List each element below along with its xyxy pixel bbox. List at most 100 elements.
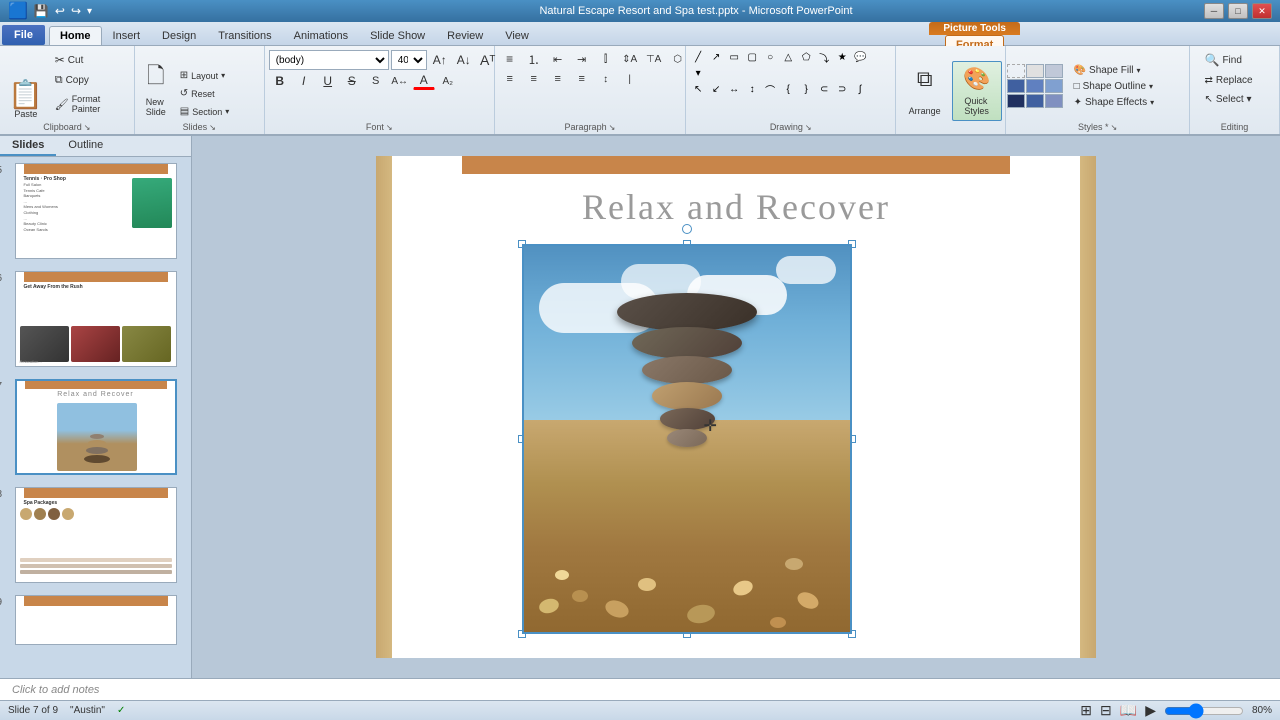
customize-icon[interactable]: ▾ (87, 6, 92, 17)
shape-outline-button[interactable]: □ Shape Outline ▾ (1069, 79, 1189, 94)
increase-indent-button[interactable]: ⇥ (571, 50, 593, 68)
shape2-10[interactable]: ∫ (852, 82, 868, 96)
slide-thumb-7[interactable]: 7 Relax and Recover (15, 379, 177, 475)
drawing-expand[interactable]: ↘ (805, 123, 812, 132)
slideshow-icon[interactable]: ▶ (1145, 702, 1156, 719)
copy-button[interactable]: ⧉ Copy (50, 71, 130, 90)
slides-panel-tab[interactable]: Slides (0, 136, 56, 156)
paragraph-expand[interactable]: ↘ (609, 123, 616, 132)
shape2-5[interactable]: ⌒ (762, 82, 778, 96)
shape-effects-button[interactable]: ✦ Shape Effects ▾ (1069, 95, 1189, 110)
align-text-button[interactable]: ⊤A (643, 50, 665, 68)
shape2-1[interactable]: ↖ (690, 82, 706, 96)
slide-thumb-9[interactable]: 9 (15, 595, 177, 645)
tab-view[interactable]: View (494, 26, 540, 45)
slide-thumb-8[interactable]: 8 Spa Packages (15, 487, 177, 583)
bold-button[interactable]: B (269, 72, 291, 90)
shape2-2[interactable]: ↙ (708, 82, 724, 96)
callout-shape[interactable]: 💬 (852, 50, 868, 64)
maximize-button[interactable]: □ (1228, 3, 1248, 19)
more-shapes[interactable]: ▾ (690, 66, 706, 80)
underline-button[interactable]: U (317, 72, 339, 90)
shape2-7[interactable]: } (798, 82, 814, 96)
shape2-4[interactable]: ↕ (744, 82, 760, 96)
line-shape[interactable]: ╱ (690, 50, 706, 64)
style-swatch-9[interactable] (1045, 94, 1063, 108)
align-center-button[interactable]: ≡ (523, 70, 545, 88)
tab-transitions[interactable]: Transitions (207, 26, 282, 45)
paste-button[interactable]: 📋 Paste (4, 50, 48, 122)
star-shape[interactable]: ★ (834, 50, 850, 64)
quick-styles-button[interactable]: 🎨 Quick Styles (952, 61, 1002, 121)
style-swatch-3[interactable] (1045, 64, 1063, 78)
text-direction-button[interactable]: ⇕A (619, 50, 641, 68)
reading-view-icon[interactable]: 📖 (1120, 702, 1137, 719)
triangle-shape[interactable]: △ (780, 50, 796, 64)
slides-expand[interactable]: ↘ (209, 123, 216, 132)
italic-button[interactable]: I (293, 72, 315, 90)
shape2-9[interactable]: ⊃ (834, 82, 850, 96)
style-swatch-6[interactable] (1045, 79, 1063, 93)
tab-file[interactable]: File (2, 25, 45, 45)
minimize-button[interactable]: ─ (1204, 3, 1224, 19)
bullets-button[interactable]: ≡ (499, 50, 521, 68)
shape-styles-expand[interactable]: ↘ (1110, 123, 1117, 132)
decrease-font-button[interactable]: A↓ (453, 51, 475, 69)
undo-icon[interactable]: ↩ (55, 4, 65, 18)
outline-panel-tab[interactable]: Outline (56, 136, 115, 156)
align-right-button[interactable]: ≡ (547, 70, 569, 88)
shape2-3[interactable]: ↔ (726, 82, 742, 96)
char-spacing-button[interactable]: A↔ (389, 72, 411, 90)
find-button[interactable]: 🔍 Find (1200, 50, 1270, 70)
close-button[interactable]: ✕ (1252, 3, 1272, 19)
style-swatch-1[interactable] (1007, 64, 1025, 78)
redo-icon[interactable]: ↪ (71, 4, 81, 18)
tab-review[interactable]: Review (436, 26, 494, 45)
shadow-button[interactable]: S (365, 72, 387, 90)
pentagon-shape[interactable]: ⬠ (798, 50, 814, 64)
shape2-8[interactable]: ⊂ (816, 82, 832, 96)
selected-image-container[interactable]: ✛ (522, 244, 852, 634)
quick-access-toolbar[interactable]: 🟦 💾 ↩ ↪ ▾ (8, 1, 188, 21)
clipboard-expand[interactable]: ↘ (84, 123, 91, 132)
font-expand[interactable]: ↘ (386, 123, 393, 132)
spellcheck-icon[interactable]: ✓ (117, 705, 125, 716)
font-color-button[interactable]: A (413, 72, 435, 90)
style-swatch-2[interactable] (1026, 64, 1044, 78)
tab-animations[interactable]: Animations (283, 26, 359, 45)
arrange-button[interactable]: ⧉ Arrange (900, 61, 950, 121)
section-button[interactable]: ▤ Section ▾ (175, 103, 257, 120)
columns-button[interactable]: ⫿ (595, 50, 617, 68)
canvas-area[interactable]: Relax and Recover (192, 136, 1280, 678)
rounded-rect-shape[interactable]: ▢ (744, 50, 760, 64)
new-slide-button[interactable]: 🗋 New Slide (139, 54, 173, 122)
style-swatch-7[interactable] (1007, 94, 1025, 108)
reset-button[interactable]: ↺ Reset (175, 85, 257, 102)
slide-title[interactable]: Relax and Recover (432, 186, 1040, 228)
slide-thumb-5[interactable]: 5 Tennis · Pro Shop Full SalonTennis Caf… (15, 163, 177, 259)
increase-font-button[interactable]: A↑ (429, 51, 451, 69)
tab-home[interactable]: Home (49, 26, 102, 45)
strikethrough-button[interactable]: S (341, 72, 363, 90)
slide-sorter-icon[interactable]: ⊟ (1100, 702, 1112, 719)
cut-button[interactable]: ✂ Cut (50, 50, 130, 70)
numbering-button[interactable]: ⒈ (523, 50, 545, 68)
shape-fill-button[interactable]: 🎨 Shape Fill ▾ (1069, 63, 1189, 78)
decrease-indent-button[interactable]: ⇤ (547, 50, 569, 68)
replace-button[interactable]: ⇄ Replace (1200, 72, 1270, 89)
arrow-shape[interactable]: ↗ (708, 50, 724, 64)
rect-shape[interactable]: ▭ (726, 50, 742, 64)
subscript-button[interactable]: A₂ (437, 72, 459, 90)
normal-view-icon[interactable]: ⊞ (1080, 702, 1092, 719)
shape2-6[interactable]: { (780, 82, 796, 96)
format-painter-button[interactable]: 🖌 Format Painter (50, 91, 130, 117)
col-sep-button[interactable]: | (619, 70, 641, 88)
slide[interactable]: Relax and Recover (392, 156, 1080, 658)
zoom-slider[interactable] (1164, 705, 1244, 717)
connector-shape[interactable]: ⤵ (816, 50, 832, 64)
style-swatch-8[interactable] (1026, 94, 1044, 108)
save-icon[interactable]: 💾 (34, 4, 49, 18)
tab-design[interactable]: Design (151, 26, 207, 45)
slide-thumb-6[interactable]: 6 Get Away From the Rush Relaxation... (15, 271, 177, 367)
style-swatch-5[interactable] (1026, 79, 1044, 93)
